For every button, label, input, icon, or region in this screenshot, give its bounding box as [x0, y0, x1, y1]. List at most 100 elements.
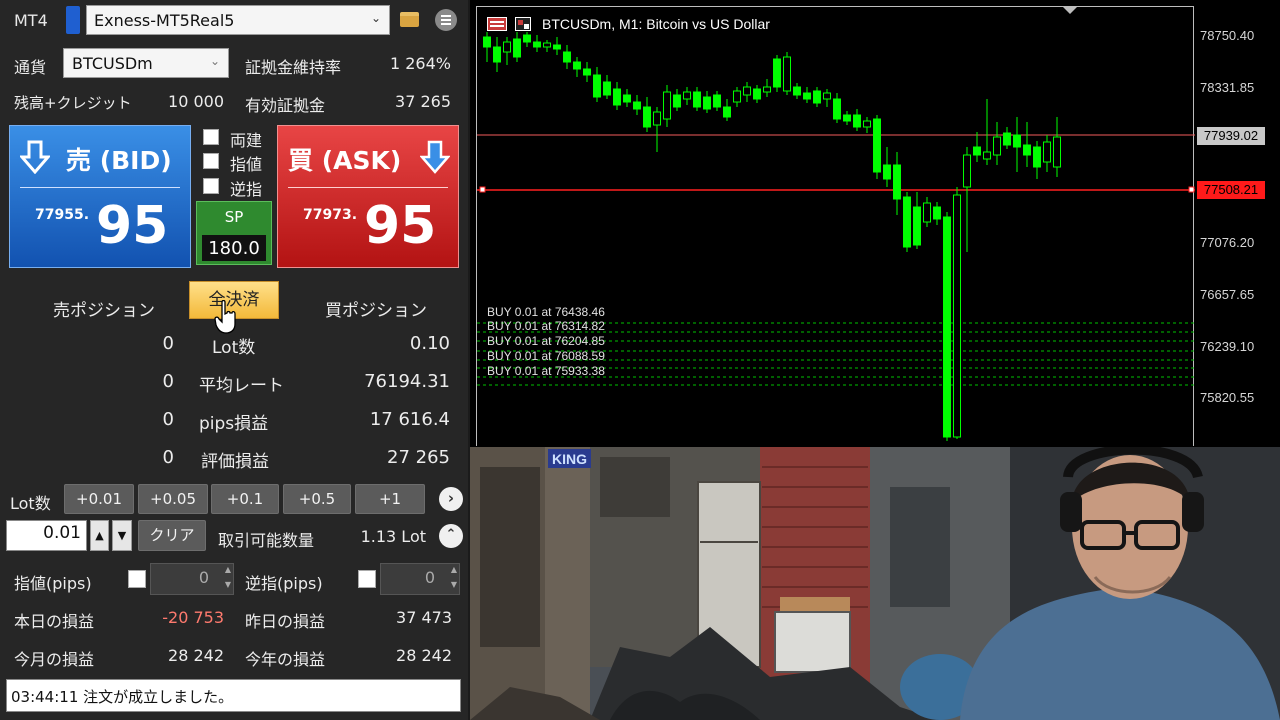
candle-bearish	[933, 206, 941, 220]
menu-icon[interactable]	[435, 9, 457, 31]
candle-bearish	[603, 81, 611, 96]
hedge-checkbox[interactable]	[203, 129, 219, 145]
lot-row-label: Lot数	[212, 338, 256, 358]
clear-button[interactable]: クリア	[138, 520, 206, 551]
candle-bullish	[993, 136, 1001, 156]
limit-pips-label: 指値(pips)	[14, 574, 92, 593]
shop-sign: KING	[548, 449, 591, 468]
ask-price-big: 95	[364, 196, 437, 256]
buy-divider	[288, 187, 448, 188]
buy-button[interactable]: 買 (ASK) 77973. 95	[277, 125, 459, 268]
ask-price-small: 77973.	[303, 207, 358, 223]
balance-label: 残高+クレジット	[14, 94, 132, 112]
price-tick: 76657.65	[1200, 287, 1255, 302]
candle-bearish	[713, 94, 721, 108]
account-select-value: Exness-MT5Real5	[94, 11, 235, 30]
stop-label: 逆指	[230, 180, 263, 199]
candle-bearish	[853, 114, 861, 128]
lot-add-1-button[interactable]: +1	[355, 484, 425, 514]
candle-bearish	[1013, 134, 1021, 148]
candle-bearish	[643, 106, 651, 128]
avg-rate-label: 平均レート	[199, 376, 284, 396]
chart-title: BTCUSDm, M1: Bitcoin vs US Dollar	[542, 16, 770, 32]
candle-bearish	[973, 146, 981, 156]
symbol-select[interactable]: BTCUSDm ⌄	[63, 48, 229, 78]
balance-value: 10 000	[168, 92, 224, 111]
year-pl-value: 28 242	[396, 646, 452, 665]
candle-bearish	[1003, 132, 1011, 146]
arrow-down-icon	[419, 140, 451, 174]
stepper-up-icon[interactable]: ▲	[451, 565, 457, 574]
lot-add-0-1-button[interactable]: +0.1	[211, 484, 279, 514]
candle-bearish	[613, 88, 621, 106]
buy-positions-label: 買ポジション	[325, 301, 427, 321]
lot-label: Lot数	[10, 494, 51, 513]
stepper-down-icon[interactable]: ▼	[112, 520, 132, 551]
order-label: BUY 0.01 at 76314.82	[487, 319, 605, 333]
price-chart[interactable]: BTCUSDm, M1: Bitcoin vs US Dollar BUY 0.…	[470, 0, 1280, 447]
stepper-up-icon[interactable]: ▲	[225, 565, 231, 574]
eval-pl-label: 評価損益	[201, 452, 269, 472]
chevron-right-icon[interactable]: ›	[439, 487, 463, 511]
chart-symbol-icon	[487, 17, 507, 31]
candle-bullish	[963, 154, 971, 188]
month-pl-value: 28 242	[168, 646, 224, 665]
chevron-up-icon[interactable]: ⌃	[439, 524, 463, 548]
candle-bullish	[783, 56, 791, 92]
candle-bullish	[543, 42, 551, 48]
buy-lot-value: 0.10	[409, 333, 450, 354]
candle-bearish	[513, 38, 521, 58]
sell-button[interactable]: 売 (BID) 77955. 95	[9, 125, 191, 268]
candle-bullish	[683, 91, 691, 100]
candle-bearish	[593, 74, 601, 98]
stop-pips-label: 逆指(pips)	[245, 574, 323, 593]
chevron-down-icon: ⌄	[209, 54, 220, 68]
candle-bearish	[533, 41, 541, 48]
stepper-up-icon[interactable]: ▲	[90, 520, 109, 551]
stepper-down-icon[interactable]: ▼	[451, 580, 457, 589]
chart-timeframe-icon	[515, 17, 531, 31]
tradable-value: 1.13 Lot	[360, 527, 426, 546]
candle-bearish	[563, 51, 571, 63]
spread-value-box: 180.0	[202, 235, 266, 261]
lot-add-0-05-button[interactable]: +0.05	[138, 484, 208, 514]
stop-pips-checkbox[interactable]	[358, 570, 376, 588]
candle-bearish	[843, 114, 851, 122]
folder-icon[interactable]	[400, 12, 419, 27]
spread-value: 180.0	[208, 238, 260, 259]
candle-bullish	[503, 41, 511, 53]
trading-panel: MT4 Exness-MT5Real5 ⌄ 通貨 BTCUSDm ⌄ 証拠金維持…	[0, 0, 468, 720]
price-tick: 77076.20	[1200, 235, 1255, 250]
candle-bearish	[793, 86, 801, 96]
ask-price-tag: 77939.02	[1197, 127, 1265, 145]
arrow-down-icon	[18, 140, 52, 175]
buy-pips-value: 17 616.4	[369, 409, 450, 430]
lot-add-0-01-button[interactable]: +0.01	[64, 484, 134, 514]
stop-pips-input[interactable]: 0 ▲ ▼	[380, 563, 460, 595]
price-tick: 76239.10	[1200, 339, 1255, 354]
limit-label: 指値	[230, 155, 263, 174]
candle-bullish	[743, 86, 751, 96]
stepper-down-icon[interactable]: ▼	[225, 580, 231, 589]
street-background-image	[470, 447, 1280, 720]
chevron-down-icon: ⌄	[370, 11, 381, 25]
sell-pips-value: 0	[162, 409, 174, 430]
limit-pips-checkbox[interactable]	[128, 570, 146, 588]
candle-bearish	[493, 46, 501, 63]
price-axis: 78750.40 78331.85 77939.02 77508.21 7707…	[1194, 6, 1280, 446]
stop-checkbox[interactable]	[203, 178, 219, 194]
chart-area[interactable]: BTCUSDm, M1: Bitcoin vs US Dollar BUY 0.…	[476, 6, 1195, 446]
account-select[interactable]: Exness-MT5Real5 ⌄	[86, 5, 390, 35]
candle-bullish	[763, 86, 771, 93]
price-tick: 75820.55	[1200, 390, 1255, 405]
candle-bullish	[663, 91, 671, 120]
limit-pips-input[interactable]: 0 ▲ ▼	[150, 563, 234, 595]
sell-eval-value: 0	[162, 447, 174, 468]
margin-ratio-label: 証拠金維持率	[245, 58, 342, 77]
month-pl-label: 今月の損益	[14, 650, 95, 669]
candle-bearish	[1023, 144, 1031, 156]
lot-input[interactable]: 0.01	[6, 520, 87, 551]
limit-checkbox[interactable]	[203, 153, 219, 169]
pips-pl-label: pips損益	[199, 414, 269, 434]
lot-add-0-5-button[interactable]: +0.5	[283, 484, 351, 514]
